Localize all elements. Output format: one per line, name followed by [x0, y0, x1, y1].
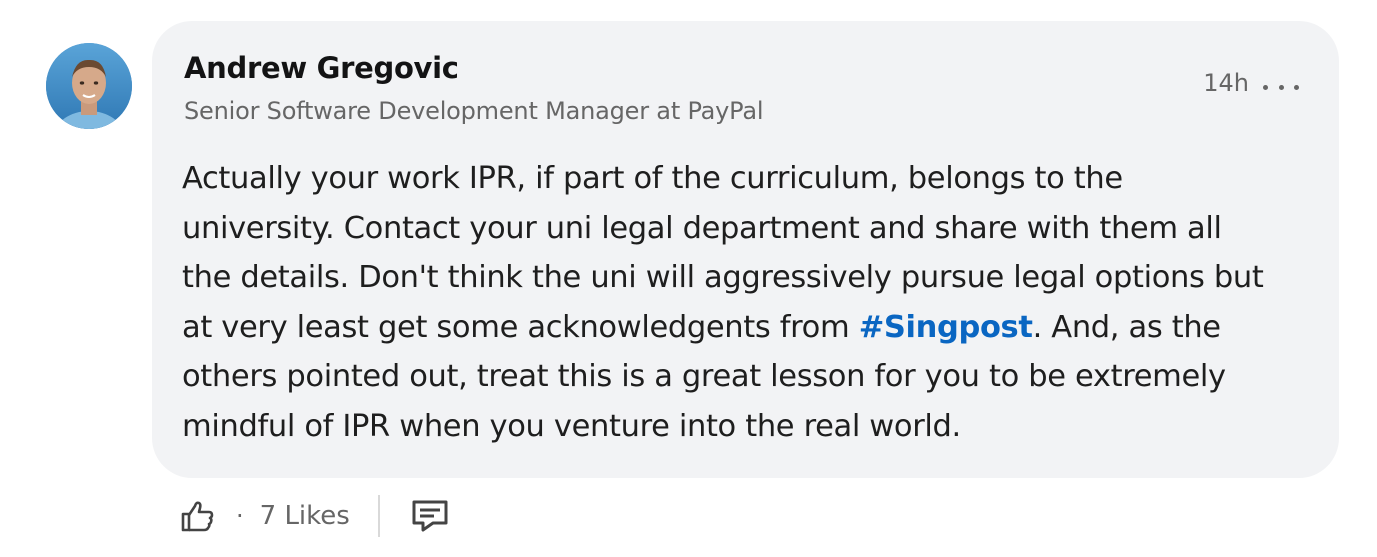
comment-text-segment: . And, as the — [1032, 309, 1221, 345]
avatar[interactable] — [46, 43, 132, 129]
more-options-button[interactable] — [1263, 69, 1299, 105]
comment-text-segment: at very least get some acknowledgents fr… — [182, 309, 859, 345]
action-divider — [377, 495, 380, 537]
like-button[interactable] — [180, 498, 216, 534]
comment-text-line: mindful of IPR when you venture into the… — [182, 408, 961, 444]
ellipsis-icon — [1278, 84, 1284, 90]
comment-text-line: at very least get some acknowledgents fr… — [182, 303, 1312, 353]
comment-text: Actually your work IPR, if part of the c… — [182, 154, 1312, 451]
comment-text-line: university. Contact your uni legal depar… — [182, 210, 1222, 246]
comment-text-line: the details. Don't think the uni will ag… — [182, 260, 1264, 295]
author-headline: Senior Software Development Manager at P… — [184, 97, 764, 125]
ellipsis-icon — [1263, 84, 1268, 90]
comment-actions: · 7 Likes — [180, 490, 450, 542]
reply-button[interactable] — [410, 496, 450, 536]
comment-text-line: others pointed out, treat this is a grea… — [182, 359, 1226, 394]
comment-text-line: Actually your work IPR, if part of the c… — [182, 161, 1123, 196]
author-name[interactable]: Andrew Gregovic — [184, 51, 459, 85]
ellipsis-icon — [1294, 84, 1299, 90]
comment-icon — [412, 500, 448, 532]
likes-count[interactable]: 7 Likes — [260, 501, 350, 531]
comment-item: Andrew Gregovic Senior Software Developm… — [0, 0, 1377, 557]
thumbs-up-icon — [181, 501, 214, 532]
separator-dot: · — [236, 502, 244, 530]
comment-timestamp: 14h — [1203, 69, 1249, 97]
comment-bubble: Andrew Gregovic Senior Software Developm… — [152, 21, 1339, 478]
profile-photo-icon — [46, 43, 132, 129]
hashtag-link[interactable]: #Singpost — [859, 310, 1033, 345]
